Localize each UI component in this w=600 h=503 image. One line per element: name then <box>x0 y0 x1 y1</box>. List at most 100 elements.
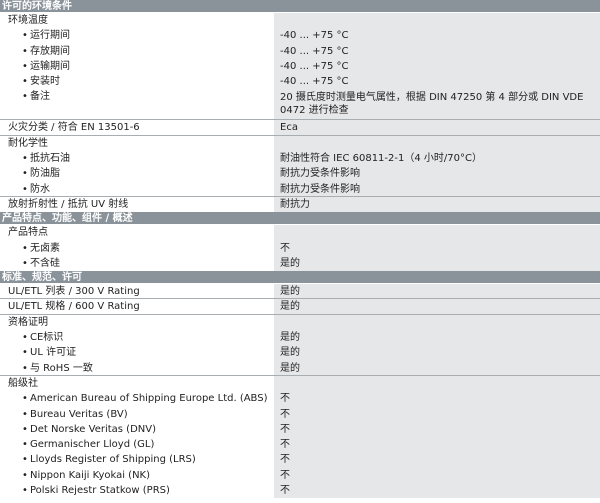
bullet-icon: • <box>22 242 28 254</box>
spec-label: Bureau Veritas (BV) <box>30 408 128 420</box>
spec-value: 是的 <box>274 299 600 315</box>
spec-label: UL/ETL 规格 / 600 V Rating <box>8 301 140 313</box>
spec-label: American Bureau of Shipping Europe Ltd. … <box>30 393 268 405</box>
spec-value: 不 <box>274 483 600 499</box>
spec-row: • CE标识 是的 <box>0 330 600 346</box>
spec-label-cell: • Bureau Veritas (BV) <box>0 406 274 422</box>
spec-row: • 不含硅 是的 <box>0 255 600 272</box>
spec-row: • 与 RoHS 一致 是的 <box>0 360 600 376</box>
spec-label-cell: • 与 RoHS 一致 <box>0 360 274 376</box>
spec-value <box>274 375 600 392</box>
bullet-icon: • <box>22 362 28 374</box>
bullet-icon: • <box>22 454 28 466</box>
spec-value: 不 <box>274 467 600 484</box>
spec-label-cell: UL/ETL 规格 / 600 V Rating <box>0 299 274 315</box>
spec-value: 是的 <box>274 360 600 376</box>
spec-value: 不 <box>274 391 600 407</box>
spec-row: • 备注 20 摄氏度时测量电气属性，根据 DIN 47250 第 4 部分或 DI… <box>0 89 600 121</box>
spec-label-cell: • 防油脂 <box>0 166 274 182</box>
spec-value: -40 ... +75 °C <box>274 43 600 59</box>
bullet-icon: • <box>22 469 28 481</box>
spec-label: UL/ETL 列表 / 300 V Rating <box>8 286 140 298</box>
spec-label-cell: • 防水 <box>0 181 274 197</box>
spec-value: 不 <box>274 437 600 453</box>
spec-row: • Lloyds Register of Shipping (LRS) 不 <box>0 452 600 468</box>
spec-label-cell: • 无卤素 <box>0 240 274 256</box>
spec-row: 耐化学性 <box>0 135 600 152</box>
spec-value: 不 <box>274 240 600 256</box>
spec-value: 是的 <box>274 345 600 361</box>
spec-row: UL/ETL 规格 / 600 V Rating 是的 <box>0 299 600 315</box>
spec-value <box>274 225 600 241</box>
spec-label-cell: • 存放期间 <box>0 43 274 59</box>
spec-label-cell: • 运输期间 <box>0 58 274 75</box>
spec-label: 耐化学性 <box>8 137 48 149</box>
spec-row: • 无卤素不 <box>0 240 600 256</box>
spec-value: 耐抗力受条件影响 <box>274 166 600 182</box>
spec-value: -40 ... +75 °C <box>274 28 600 44</box>
bullet-icon: • <box>22 485 28 497</box>
spec-row: 船级社 <box>0 375 600 392</box>
spec-value <box>274 135 600 152</box>
spec-label-cell: 放射折射性 / 抵抗 UV 射线 <box>0 196 274 213</box>
spec-label-cell: 资格证明 <box>0 314 274 331</box>
spec-label-cell: UL/ETL 列表 / 300 V Rating <box>0 284 274 300</box>
spec-label: 火灾分类 / 符合 EN 13501-6 <box>8 122 140 134</box>
spec-label: Det Norske Veritas (DNV) <box>30 423 157 435</box>
spec-label: 环境温度 <box>8 15 48 26</box>
bullet-icon: • <box>22 91 28 103</box>
spec-label: Nippon Kaiji Kyokai (NK) <box>30 469 151 481</box>
spec-label: 运输期间 <box>30 60 70 72</box>
spec-value <box>274 314 600 331</box>
spec-row: • American Bureau of Shipping Europe Ltd.… <box>0 391 600 407</box>
spec-label-cell: 船级社 <box>0 375 274 392</box>
spec-label-cell: • CE标识 <box>0 330 274 346</box>
spec-label: 运行期间 <box>30 30 70 42</box>
spec-label: 产品特点 <box>8 227 48 239</box>
spec-value: 不 <box>274 421 600 438</box>
spec-row: • 防油脂 耐抗力受条件影响 <box>0 166 600 182</box>
spec-label-cell: • Lloyds Register of Shipping (LRS) <box>0 452 274 468</box>
spec-value: 耐油性符合 IEC 60811-2-1（4 小时/70°C） <box>274 151 600 167</box>
spec-label-cell: 产品特点 <box>0 225 274 241</box>
spec-label: Lloyds Register of Shipping (LRS) <box>30 454 196 466</box>
section-header: 标准、规范、许可 <box>0 271 600 285</box>
spec-label-cell: 火灾分类 / 符合 EN 13501-6 <box>0 120 274 136</box>
spec-label: UL 许可证 <box>30 347 77 359</box>
section-header: 许可的环境条件 <box>0 0 600 13</box>
spec-row: • Bureau Veritas (BV) 不 <box>0 406 600 422</box>
spec-row: • Polski Rejestr Statkow (PRS) 不 <box>0 483 600 499</box>
spec-value: 不 <box>274 452 600 468</box>
section-header: 产品特点、功能、组件 / 概述 <box>0 212 600 226</box>
spec-label: 放射折射性 / 抵抗 UV 射线 <box>8 198 129 210</box>
spec-value: -40 ... +75 °C <box>274 58 600 75</box>
spec-value: 20 摄氏度时测量电气属性，根据 DIN 47250 第 4 部分或 DIN V… <box>274 89 600 121</box>
spec-row: • Germanischer Lloyd (GL) 不 <box>0 437 600 453</box>
spec-row: 环境温度 <box>0 13 600 29</box>
spec-value: 耐抗力受条件影响 <box>274 181 600 197</box>
spec-row: • UL 许可证 是的 <box>0 345 600 361</box>
spec-label: 无卤素 <box>30 242 60 254</box>
spec-row: • 存放期间 -40 ... +75 °C <box>0 43 600 59</box>
spec-value: 不 <box>274 406 600 422</box>
spec-label-cell: • 安装时 <box>0 74 274 90</box>
spec-value: 是的 <box>274 330 600 346</box>
spec-label-cell: • Polski Rejestr Statkow (PRS) <box>0 483 274 499</box>
spec-label: 船级社 <box>8 377 38 389</box>
spec-value: 是的 <box>274 255 600 272</box>
spec-row: • 运行期间 -40 ... +75 °C <box>0 28 600 44</box>
bullet-icon: • <box>22 45 28 57</box>
spec-label: 存放期间 <box>30 45 70 57</box>
spec-label: CE标识 <box>30 332 64 344</box>
bullet-icon: • <box>22 153 28 165</box>
spec-label-cell: 耐化学性 <box>0 135 274 152</box>
spec-value: -40 ... +75 °C <box>274 74 600 90</box>
spec-label: Germanischer Lloyd (GL) <box>30 439 155 451</box>
spec-label-cell: • 备注 <box>0 89 274 121</box>
spec-row: • 运输期间 -40 ... +75 °C <box>0 58 600 75</box>
spec-label-cell: • 运行期间 <box>0 28 274 44</box>
spec-label: Polski Rejestr Statkow (PRS) <box>30 485 170 497</box>
spec-label: 防水 <box>30 183 50 195</box>
spec-value: 是的 <box>274 284 600 300</box>
bullet-icon: • <box>22 60 28 72</box>
